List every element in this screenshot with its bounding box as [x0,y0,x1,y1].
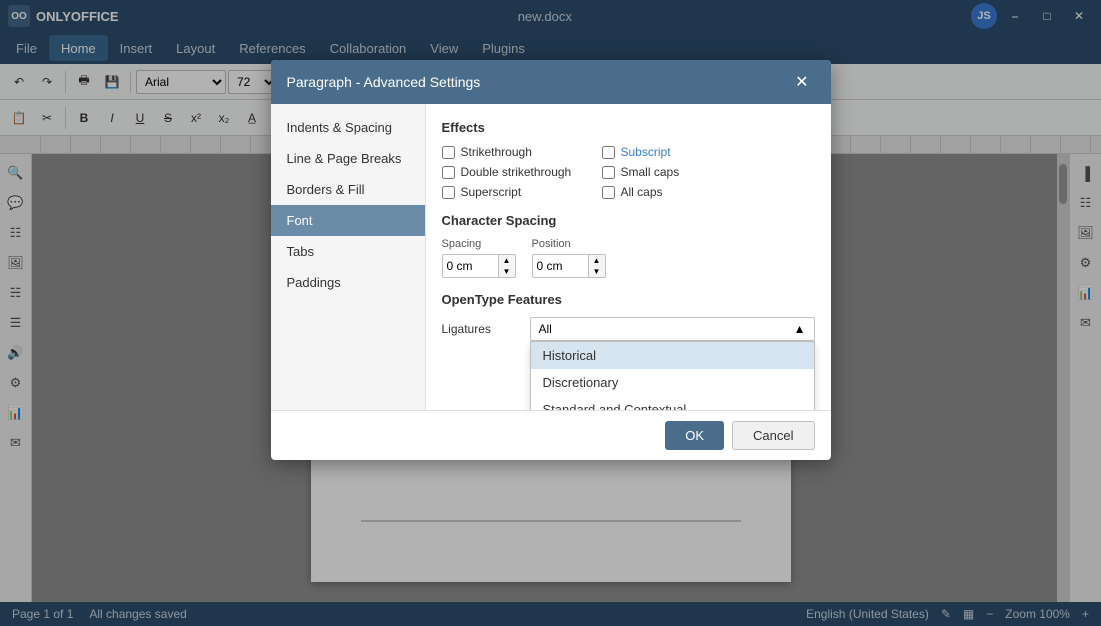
spacing-label: Spacing [442,238,516,250]
character-spacing-title: Character Spacing [442,213,815,228]
position-up-btn[interactable]: ▲ [589,255,605,266]
position-label: Position [532,238,606,250]
option-discretionary[interactable]: Discretionary [531,369,814,396]
dialog-content: Effects Strikethrough Double strikethrou… [426,104,831,410]
small-caps-checkbox-label[interactable]: Small caps [602,165,742,179]
nav-font[interactable]: Font [271,205,425,236]
strikethrough-checkbox[interactable] [442,146,455,159]
spacing-input-wrapper: ▲ ▼ [442,254,516,278]
spacing-input[interactable] [443,255,498,277]
ligatures-dropdown[interactable]: All ▲ [530,317,815,341]
nav-borders-fill[interactable]: Borders & Fill [271,174,425,205]
ligatures-row: Ligatures All ▲ Historical Discretionary… [442,317,815,341]
nav-tabs[interactable]: Tabs [271,236,425,267]
dialog-nav: Indents & Spacing Line & Page Breaks Bor… [271,104,426,410]
nav-paddings[interactable]: Paddings [271,267,425,298]
ligatures-label: Ligatures [442,322,522,336]
advanced-settings-dialog: Paragraph - Advanced Settings ✕ Indents … [271,60,831,460]
dropdown-arrow: ▲ [794,322,806,336]
superscript-checkbox-label[interactable]: Superscript [442,185,582,199]
subscript-checkbox-label[interactable]: Subscript [602,145,742,159]
nav-indents-spacing[interactable]: Indents & Spacing [271,112,425,143]
option-standard-contextual[interactable]: Standard and Contextual [531,396,814,410]
position-input[interactable] [533,255,588,277]
nav-line-page-breaks[interactable]: Line & Page Breaks [271,143,425,174]
double-strikethrough-checkbox[interactable] [442,166,455,179]
dialog-header: Paragraph - Advanced Settings ✕ [271,60,831,104]
effects-title: Effects [442,120,815,135]
ok-button[interactable]: OK [665,421,724,450]
dialog-body: Indents & Spacing Line & Page Breaks Bor… [271,104,831,410]
ligatures-dropdown-list: Historical Discretionary Standard and Co… [530,341,815,410]
dialog-footer: OK Cancel [271,410,831,460]
double-strikethrough-checkbox-label[interactable]: Double strikethrough [442,165,582,179]
modal-overlay: Paragraph - Advanced Settings ✕ Indents … [0,0,1101,626]
cancel-button[interactable]: Cancel [732,421,814,450]
spacing-down-btn[interactable]: ▼ [499,266,515,277]
ligatures-value: All [539,322,552,336]
dialog-close-button[interactable]: ✕ [789,70,814,94]
all-caps-checkbox[interactable] [602,186,615,199]
opentype-title: OpenType Features [442,292,815,307]
small-caps-checkbox[interactable] [602,166,615,179]
option-historical[interactable]: Historical [531,342,814,369]
position-down-btn[interactable]: ▼ [589,266,605,277]
dialog-title: Paragraph - Advanced Settings [287,74,481,90]
ligatures-dropdown-wrapper: All ▲ Historical Discretionary Standard … [530,317,815,341]
spacing-spin-btns: ▲ ▼ [498,255,515,277]
strikethrough-checkbox-label[interactable]: Strikethrough [442,145,582,159]
all-caps-checkbox-label[interactable]: All caps [602,185,742,199]
position-spin-btns: ▲ ▼ [588,255,605,277]
spacing-up-btn[interactable]: ▲ [499,255,515,266]
position-input-wrapper: ▲ ▼ [532,254,606,278]
superscript-checkbox[interactable] [442,186,455,199]
subscript-checkbox[interactable] [602,146,615,159]
